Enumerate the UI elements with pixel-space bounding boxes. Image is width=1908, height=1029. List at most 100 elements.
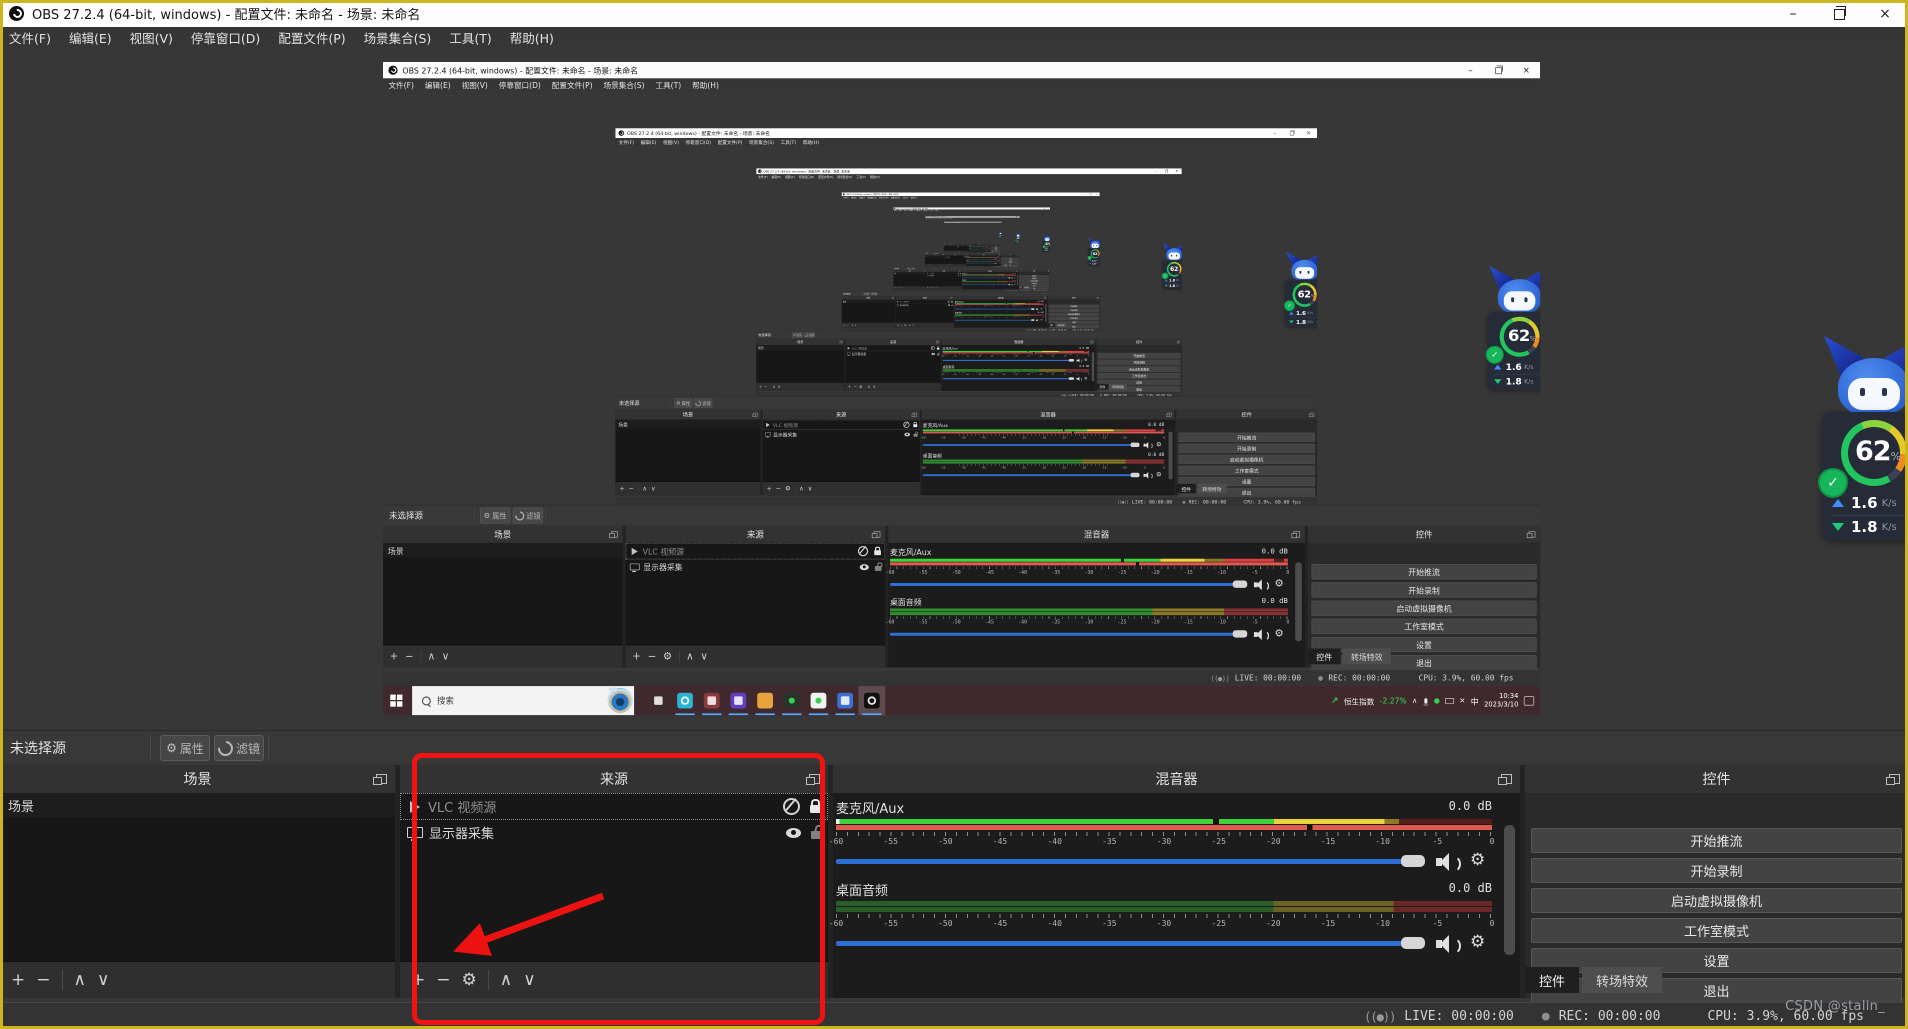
source-list[interactable]: VLC 视频源 显示器采集	[845, 345, 941, 383]
visibility-on-icon[interactable]	[786, 827, 801, 838]
visibility-off-icon[interactable]	[903, 421, 910, 428]
source-list[interactable]: VLC 视频源 显示器采集	[762, 419, 920, 482]
scene-list[interactable]: 场景	[756, 345, 845, 383]
remove-button[interactable]: −	[853, 385, 856, 389]
add-button[interactable]: +	[848, 385, 851, 389]
source-list[interactable]: VLC 视频源 显示器采集	[625, 542, 886, 646]
filters-button[interactable]: 滤镜	[694, 398, 713, 409]
close-button[interactable]: ×	[1300, 128, 1317, 138]
properties-button[interactable]: ⚙ 属性	[863, 291, 871, 296]
scene-list-item[interactable]: 场景	[0, 793, 395, 817]
popout-icon[interactable]	[950, 297, 953, 299]
move-up-button[interactable]: ∧	[642, 485, 647, 491]
slider-handle[interactable]	[1068, 377, 1075, 380]
preview-canvas[interactable]: OBS 27.2.4 (64-bit, windows) - 配置文件: 未命名…	[841, 198, 1100, 292]
slider-handle[interactable]	[1401, 937, 1425, 949]
speed-test-badge[interactable]: ✓ 62% 1.6 K/s 1.8 K/s	[1284, 251, 1318, 327]
volume-slider[interactable]: ⚙	[836, 850, 1492, 874]
remove-button[interactable]: −	[36, 971, 50, 989]
move-down-button[interactable]: ∨	[700, 651, 708, 661]
lock-closed-icon[interactable]	[810, 799, 821, 813]
menu-item[interactable]: 编辑(E)	[637, 138, 659, 145]
add-button[interactable]: +	[897, 324, 899, 326]
lock-closed-icon[interactable]	[936, 346, 940, 350]
speed-test-badge[interactable]: ✓ 62% 1.6 K/s 1.8 K/s	[1015, 232, 1020, 244]
remove-button[interactable]: −	[901, 324, 903, 326]
popout-icon[interactable]	[1526, 531, 1536, 539]
scene-list-item[interactable]: 场景	[893, 272, 926, 275]
visibility-on-icon[interactable]	[904, 432, 910, 437]
move-up-button[interactable]: ∧	[799, 485, 804, 491]
move-up-button[interactable]: ∧	[74, 971, 86, 989]
move-down-button[interactable]: ∨	[901, 287, 902, 288]
popout-icon[interactable]	[1291, 531, 1301, 539]
scene-list[interactable]: 场景	[0, 793, 395, 962]
remove-button[interactable]: −	[764, 385, 767, 389]
obs-app-icon[interactable]	[858, 686, 886, 716]
lock-closed-icon[interactable]	[951, 300, 953, 303]
gear-button[interactable]: ⚙	[663, 651, 672, 661]
properties-button[interactable]: ⚙ 属性	[160, 735, 210, 761]
gear-icon[interactable]: ⚙	[1156, 471, 1162, 478]
popout-icon[interactable]	[911, 412, 917, 417]
visibility-off-icon[interactable]	[857, 545, 869, 557]
menu-item[interactable]: 工具(T)	[650, 79, 687, 91]
scene-list-item[interactable]: 场景	[841, 299, 896, 304]
filters-button[interactable]: 滤镜	[870, 291, 878, 296]
source-list[interactable]: VLC 视频源 显示器采集	[400, 793, 828, 962]
lock-open-icon[interactable]	[811, 831, 822, 839]
move-down-button[interactable]: ∨	[442, 651, 450, 661]
preview-canvas[interactable]	[943, 223, 1002, 244]
preview-canvas[interactable]: OBS 27.2.4 (64-bit, windows) - 配置文件: 未命名…	[615, 145, 1318, 397]
tray-expand-icon[interactable]: ∧	[1412, 696, 1417, 704]
start-streaming-button[interactable]: 开始推流	[1048, 304, 1099, 308]
gear-icon[interactable]: ⚙	[1470, 850, 1485, 870]
battery-icon[interactable]	[1444, 697, 1454, 704]
remove-button[interactable]: −	[629, 485, 634, 491]
menu-item[interactable]: 文件(F)	[0, 28, 60, 47]
filters-button[interactable]: 滤镜	[512, 507, 544, 524]
tab-transitions[interactable]: 转场特效	[1109, 383, 1127, 390]
remove-button[interactable]: −	[405, 651, 414, 661]
menu-item[interactable]: 帮助(H)	[501, 28, 563, 47]
popout-icon[interactable]	[1166, 412, 1172, 417]
start-recording-button[interactable]: 开始录制	[1178, 443, 1315, 453]
menu-item[interactable]: 配置文件(P)	[714, 138, 745, 145]
gear-icon[interactable]: ⚙	[1014, 277, 1015, 279]
source-row[interactable]: 显示器采集	[845, 351, 940, 357]
ime-indicator[interactable]: 中	[1471, 695, 1479, 706]
visibility-on-icon[interactable]	[859, 563, 869, 570]
lock-open-icon[interactable]	[937, 353, 940, 356]
menu-item[interactable]: 编辑(E)	[60, 28, 121, 47]
preview-canvas[interactable]: OBS 27.2.4 (64-bit, windows) - 配置文件: 未命名…	[383, 90, 1541, 505]
filters-button[interactable]: 滤镜	[803, 332, 816, 338]
source-list[interactable]: VLC 视频源 显示器采集	[944, 255, 967, 265]
stock-ticker-name[interactable]: 恒生指数	[1344, 695, 1374, 707]
popout-icon[interactable]	[892, 297, 894, 299]
slider-handle[interactable]	[1232, 580, 1248, 588]
tab-transitions[interactable]: 转场特效	[1582, 967, 1663, 993]
preview-canvas[interactable]: OBS 27.2.4 (64-bit, windows) - 配置文件: 未命名…	[893, 211, 1051, 268]
tab-controls[interactable]: 控件	[1307, 648, 1341, 665]
close-button[interactable]: ×	[1862, 0, 1908, 27]
speaker-icon[interactable]	[1436, 853, 1462, 873]
volume-slider[interactable]: ⚙	[836, 932, 1492, 956]
remove-button[interactable]: −	[436, 971, 450, 989]
mixer-panel-header[interactable]: 混音器	[833, 765, 1520, 794]
start-streaming-button[interactable]: 开始推流	[1178, 432, 1315, 442]
start-streaming-button[interactable]: 开始推流	[1311, 564, 1537, 580]
slider-handle[interactable]	[1031, 308, 1035, 310]
slider-handle[interactable]	[1232, 630, 1248, 638]
lock-open-icon[interactable]	[951, 304, 953, 307]
notification-icon[interactable]	[1523, 696, 1535, 706]
move-up-button[interactable]: ∧	[934, 287, 935, 288]
menu-item[interactable]: 停靠窗口(D)	[182, 28, 269, 47]
gear-button[interactable]: ⚙	[931, 287, 932, 288]
start-virtual-camera-button[interactable]: 启动虚拟摄像机	[1048, 312, 1099, 317]
popout-icon[interactable]	[839, 340, 843, 344]
scene-list[interactable]: 场景	[383, 542, 623, 646]
gear-button[interactable]: ⚙	[904, 324, 906, 326]
restore-button[interactable]	[1484, 62, 1512, 78]
start-virtual-camera-button[interactable]: 启动虚拟摄像机	[1097, 366, 1181, 372]
tab-transitions[interactable]: 转场特效	[1342, 648, 1392, 665]
